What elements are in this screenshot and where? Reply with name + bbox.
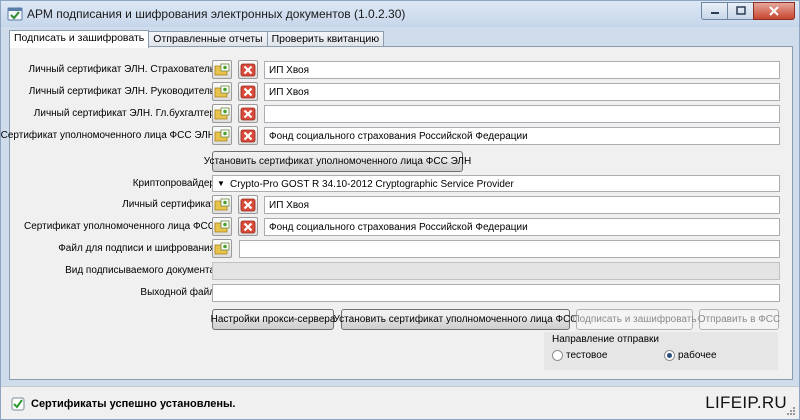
tab-check-receipt[interactable]: Проверить квитанцию	[266, 31, 385, 47]
delete-cert-button[interactable]	[238, 60, 258, 79]
output-label: Выходной файл	[140, 287, 215, 298]
red-x-icon	[240, 85, 256, 98]
file-label: Файл для подписи и шифрования	[58, 243, 215, 254]
folder-certificate-icon	[214, 85, 230, 97]
cert-accountant-field[interactable]	[264, 105, 780, 123]
maximize-icon	[735, 6, 746, 15]
send-direction-group: Направление отправки тестовое рабочее	[544, 332, 778, 370]
radio-test-label: тестовое	[566, 350, 608, 361]
red-x-icon	[240, 107, 256, 120]
install-fss-eln-cert-button[interactable]: Установить сертификат уполномоченного ли…	[204, 151, 471, 172]
cert-row-fss-eln: Сертификат уполномоченного лица ФСС ЭЛН …	[1, 126, 792, 146]
app-window: АРМ подписания и шифрования электронных …	[0, 0, 800, 420]
crypto-row: Криптопровайдер ▼ Crypto-Pro GOST R 34.1…	[10, 174, 792, 194]
fss-cert-field[interactable]: Фонд социального страхования Российской …	[264, 218, 780, 236]
watermark: LIFEIP.RU	[705, 393, 787, 412]
install-fss-cert-button[interactable]: Установить сертификат уполномоченного ли…	[334, 309, 578, 330]
pick-cert-button[interactable]	[212, 82, 232, 101]
maximize-button[interactable]	[727, 2, 753, 20]
crypto-label: Криптопровайдер	[132, 178, 215, 189]
window-title: АРМ подписания и шифрования электронных …	[27, 7, 406, 21]
folder-certificate-icon	[214, 198, 230, 210]
cert-director-label: Личный сертификат ЭЛН. Руководитель	[28, 86, 215, 97]
cert-accountant-label: Личный сертификат ЭЛН. Гл.бухгалтер	[33, 108, 215, 119]
crypto-provider-value: Crypto-Pro GOST R 34.10-2012 Cryptograph…	[230, 179, 514, 190]
pick-cert-button[interactable]	[212, 217, 232, 236]
pick-cert-button[interactable]	[212, 104, 232, 123]
send-direction-title: Направление отправки	[552, 334, 659, 345]
cert-insurer-field[interactable]: ИП Хвоя	[264, 61, 780, 79]
doc-type-row: Вид подписываемого документа	[10, 261, 792, 281]
cert-fss-eln-label: Сертификат уполномоченного лица ФСС ЭЛН	[0, 130, 215, 141]
tab-sign-encrypt[interactable]: Подписать и зашифровать	[9, 30, 150, 48]
tab-strip: Подписать и зашифровать Отправленные отч…	[9, 30, 385, 48]
crypto-provider-select[interactable]: ▼ Crypto-Pro GOST R 34.10-2012 Cryptogra…	[212, 175, 780, 192]
proxy-settings-button[interactable]: Настройки прокси-сервера	[211, 309, 335, 330]
send-fss-button[interactable]: Отправить в ФСС	[698, 309, 780, 330]
pick-cert-button[interactable]	[212, 195, 232, 214]
delete-cert-button[interactable]	[238, 217, 258, 236]
folder-certificate-icon	[214, 107, 230, 119]
radio-production-label: рабочее	[678, 350, 717, 361]
personal-cert-label: Личный сертификат	[122, 199, 215, 210]
output-row: Выходной файл	[10, 283, 792, 303]
pick-cert-button[interactable]	[212, 60, 232, 79]
dropdown-arrow-icon: ▼	[217, 179, 225, 188]
cert-director-field[interactable]: ИП Хвоя	[264, 83, 780, 101]
cert-row-insurer: Личный сертификат ЭЛН. Страхователь ИП Х…	[10, 60, 792, 80]
red-x-icon	[240, 220, 256, 233]
fss-cert-row: Сертификат уполномоченного лица ФСС Фонд…	[10, 217, 792, 237]
resize-grip-icon[interactable]	[786, 406, 796, 416]
folder-certificate-icon	[214, 242, 230, 254]
delete-cert-button[interactable]	[238, 82, 258, 101]
output-field[interactable]	[212, 284, 780, 302]
red-x-icon	[240, 129, 256, 142]
radio-test-dot	[552, 350, 563, 361]
cert-row-accountant: Личный сертификат ЭЛН. Гл.бухгалтер	[10, 104, 792, 124]
radio-production-dot	[664, 350, 675, 361]
status-success-icon	[11, 397, 25, 411]
cert-fss-eln-field[interactable]: Фонд социального страхования Российской …	[264, 127, 780, 145]
close-icon	[769, 6, 779, 16]
cert-insurer-label: Личный сертификат ЭЛН. Страхователь	[28, 64, 215, 75]
window-controls	[701, 2, 795, 20]
sign-encrypt-panel: Личный сертификат ЭЛН. Страхователь ИП Х…	[1, 46, 793, 380]
file-row: Файл для подписи и шифрования	[10, 239, 792, 259]
delete-cert-button[interactable]	[238, 104, 258, 123]
pick-cert-button[interactable]	[212, 126, 232, 145]
title-bar[interactable]: АРМ подписания и шифрования электронных …	[1, 1, 799, 27]
close-button[interactable]	[753, 2, 795, 20]
fss-cert-label: Сертификат уполномоченного лица ФСС	[24, 221, 215, 232]
personal-cert-field[interactable]: ИП Хвоя	[264, 196, 780, 214]
folder-certificate-icon	[214, 63, 230, 75]
delete-cert-button[interactable]	[238, 195, 258, 214]
radio-production[interactable]: рабочее	[664, 350, 717, 361]
red-x-icon	[240, 63, 256, 76]
doc-type-label: Вид подписываемого документа	[65, 265, 215, 276]
app-icon	[7, 7, 23, 21]
file-field[interactable]	[239, 240, 780, 258]
radio-test[interactable]: тестовое	[552, 350, 607, 361]
personal-cert-row: Личный сертификат ИП Хвоя	[10, 195, 792, 215]
cert-row-director: Личный сертификат ЭЛН. Руководитель ИП Х…	[10, 82, 792, 102]
status-text: Сертификаты успешно установлены.	[31, 398, 236, 410]
minimize-icon	[710, 12, 719, 14]
folder-certificate-icon	[214, 129, 230, 141]
folder-certificate-icon	[214, 220, 230, 232]
red-x-icon	[240, 198, 256, 211]
tab-sent-reports[interactable]: Отправленные отчеты	[148, 31, 268, 47]
delete-cert-button[interactable]	[238, 126, 258, 145]
minimize-button[interactable]	[701, 2, 727, 20]
doc-type-field	[212, 262, 780, 280]
status-bar: Сертификаты успешно установлены.	[1, 386, 799, 419]
sign-encrypt-button[interactable]: Подписать и зашифровать	[572, 309, 697, 330]
pick-file-button[interactable]	[212, 239, 232, 258]
